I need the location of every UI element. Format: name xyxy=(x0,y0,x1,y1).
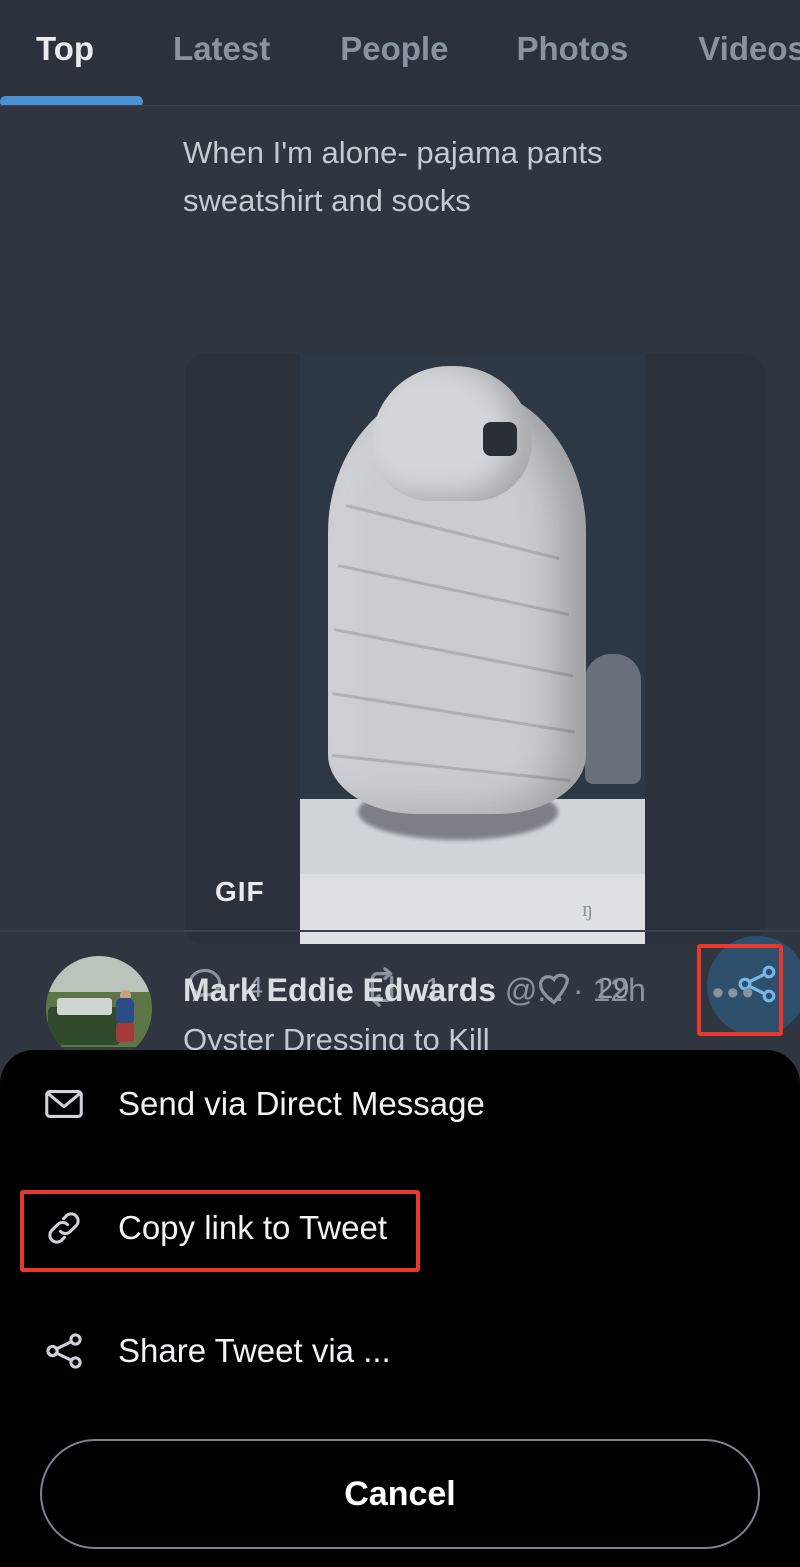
tweet-media-card[interactable]: ŋ GIF xyxy=(185,354,765,944)
image-ground-near xyxy=(300,874,645,944)
avatar-vehicle-top xyxy=(56,998,112,1016)
tab-people[interactable]: People xyxy=(340,30,448,76)
tweet-text: When I'm alone- pajama pants sweatshirt … xyxy=(183,129,743,225)
cancel-button[interactable]: Cancel xyxy=(40,1439,760,1549)
search-tab-bar: Top Latest People Photos Videos xyxy=(0,0,800,106)
link-icon xyxy=(38,1205,90,1251)
share-option-label: Share Tweet via ... xyxy=(118,1332,391,1369)
media-image: ŋ xyxy=(300,354,645,944)
tweet-timestamp: 12h xyxy=(592,972,646,1008)
image-subject-face-opening xyxy=(483,422,517,456)
author-display-name: Mark Eddie Edwards xyxy=(183,972,496,1008)
share-option-share-via[interactable]: Share Tweet via ... xyxy=(0,1305,800,1397)
avatar[interactable] xyxy=(46,956,152,1062)
media-letterbox: ŋ xyxy=(185,354,765,944)
tweet-separator: · xyxy=(572,972,584,1008)
image-background-figure xyxy=(585,654,641,784)
tab-videos[interactable]: Videos xyxy=(698,30,800,76)
avatar-person-shirt xyxy=(115,998,134,1024)
author-handle: @... xyxy=(504,972,565,1008)
share-option-copy-link[interactable]: Copy link to Tweet xyxy=(0,1182,800,1274)
envelope-icon xyxy=(38,1081,90,1127)
tweet-text-line-1: When I'm alone- pajama pants xyxy=(183,135,603,170)
share-option-send-direct-message[interactable]: Send via Direct Message xyxy=(0,1058,800,1150)
gif-badge: GIF xyxy=(215,876,265,907)
avatar-person-shorts xyxy=(115,1022,134,1042)
tweet-author-line: Mark Eddie Edwards @... · 12h xyxy=(183,972,646,1009)
tab-top[interactable]: Top xyxy=(36,30,94,76)
share-option-label: Copy link to Tweet xyxy=(118,1209,388,1246)
tab-latest[interactable]: Latest xyxy=(173,30,270,76)
tweet-text-line-2: sweatshirt and socks xyxy=(183,183,471,218)
ellipsis-icon[interactable]: ••• xyxy=(712,974,757,1013)
tab-photos[interactable]: Photos xyxy=(516,30,628,76)
tweet-divider xyxy=(0,930,800,932)
share-bottom-sheet: Send via Direct Message Copy link to Twe… xyxy=(0,1050,800,1567)
twitter-search-screen: Top Latest People Photos Videos When I'm… xyxy=(0,0,800,1567)
share-icon xyxy=(38,1328,90,1374)
image-watermark: ŋ xyxy=(582,896,593,921)
cancel-button-label: Cancel xyxy=(344,1474,456,1513)
share-option-label: Send via Direct Message xyxy=(118,1085,485,1122)
